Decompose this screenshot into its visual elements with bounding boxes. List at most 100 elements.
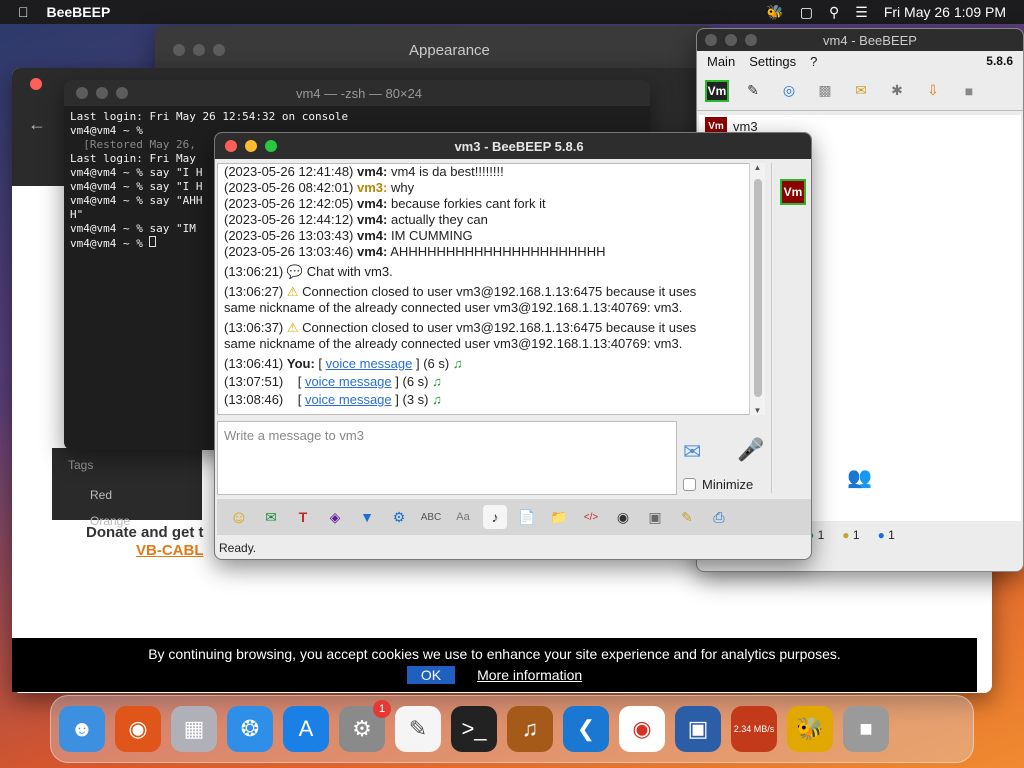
minimize-icon[interactable]: [96, 87, 108, 99]
play-note-icon[interactable]: ♫: [453, 356, 463, 371]
chat-message: (2023-05-26 13:03:46) vm4: AHHHHHHHHHHHH…: [224, 244, 606, 259]
email-icon[interactable]: ✉: [259, 505, 283, 529]
voice-message-link[interactable]: voice message: [326, 356, 413, 371]
file-send-icon[interactable]: 📄: [515, 505, 539, 529]
cookie-ok-button[interactable]: OK: [406, 666, 456, 684]
notes-icon[interactable]: ✎: [675, 505, 699, 529]
users-icon: 👥: [847, 467, 872, 489]
virtualbox-icon[interactable]: ▣: [675, 706, 721, 752]
minimize-icon[interactable]: [245, 140, 257, 152]
send-icon[interactable]: ✉: [683, 439, 701, 465]
scroll-thumb[interactable]: [754, 179, 762, 397]
trash-icon[interactable]: ■: [957, 79, 981, 103]
tag-orange[interactable]: Orange: [52, 508, 202, 534]
menu-main[interactable]: Main: [707, 54, 735, 69]
plugins-icon[interactable]: ✱: [885, 79, 909, 103]
tag-red[interactable]: Red: [52, 482, 202, 508]
apple-icon[interactable]: : [18, 4, 29, 20]
zoom-icon[interactable]: [265, 140, 277, 152]
print-icon[interactable]: ⎙: [707, 505, 731, 529]
scroll-up-icon[interactable]: ▲: [750, 163, 765, 172]
vm3-titlebar: vm3 - BeeBEEP 5.8.6: [215, 133, 811, 159]
window-icon[interactable]: ▢: [800, 4, 813, 21]
system-settings-icon[interactable]: ⚙ 1: [339, 700, 391, 752]
terminal-line: vm4@vm4 ~ %: [70, 124, 143, 137]
scroll-down-icon[interactable]: ▼: [750, 406, 765, 415]
control-center-icon[interactable]: ☰: [855, 4, 868, 21]
voice-message-link[interactable]: voice message: [305, 392, 392, 407]
edit-profile-icon[interactable]: ✎: [741, 79, 765, 103]
filter-icon[interactable]: ▼: [355, 505, 379, 529]
terminal-line: H": [70, 208, 84, 221]
chat-message: (2023-05-26 13:03:43) vm4: IM CUMMING: [224, 228, 473, 243]
minimize-icon[interactable]: [193, 44, 205, 56]
zoom-icon[interactable]: [745, 34, 757, 46]
settings-badge: 1: [373, 700, 391, 718]
vm4-menubar: Main Settings ? 5.8.6: [697, 51, 1023, 71]
garageband-icon[interactable]: ♫: [507, 706, 553, 752]
message-input[interactable]: Write a message to vm3: [217, 421, 677, 495]
chat-scrollbar[interactable]: ▲ ▼: [749, 163, 765, 415]
code-icon[interactable]: </>: [579, 505, 603, 529]
close-icon[interactable]: [173, 44, 185, 56]
voice-message-link[interactable]: voice message: [305, 374, 392, 389]
folder-icon[interactable]: 📁: [547, 505, 571, 529]
menu-help[interactable]: ?: [810, 54, 817, 69]
music-icon[interactable]: ♪: [483, 505, 507, 529]
screenshot-icon[interactable]: ◉: [611, 505, 635, 529]
voice-message-row: (13:08:46) [ voice message ] (3 s) ♫: [224, 392, 442, 407]
launchpad-icon[interactable]: ▦: [171, 706, 217, 752]
download-icon[interactable]: ⇩: [921, 79, 945, 103]
emoji-icon[interactable]: ☺: [227, 505, 251, 529]
search-icon[interactable]: ⚲: [829, 4, 839, 21]
trash-icon[interactable]: ■: [843, 706, 889, 752]
minimize-checkbox[interactable]: [683, 478, 696, 491]
firefox-icon[interactable]: ◉: [115, 706, 161, 752]
network-speed: 2.34 MB/s: [733, 724, 775, 734]
textedit-icon[interactable]: ✎: [395, 706, 441, 752]
bee-tray-icon[interactable]: 🐝: [766, 4, 783, 21]
play-note-icon[interactable]: ♫: [432, 392, 442, 407]
terminal-line: vm4@vm4 ~ % say "I H: [70, 180, 203, 193]
zoom-icon[interactable]: [116, 87, 128, 99]
member-column: Vm: [771, 163, 811, 493]
save-icon[interactable]: ▣: [643, 505, 667, 529]
safari-icon[interactable]: ❂: [227, 706, 273, 752]
microphone-icon[interactable]: 🎤: [737, 437, 764, 463]
network-icon[interactable]: ◎: [777, 79, 801, 103]
beebeep-icon[interactable]: 🐝: [787, 706, 833, 752]
settings-icon[interactable]: ⚙: [387, 505, 411, 529]
file-count: ● 1: [877, 528, 895, 542]
promo-link[interactable]: VB-CABL: [136, 542, 204, 559]
spellcheck-icon[interactable]: ABC: [419, 505, 443, 529]
app-menu[interactable]: BeeBEEP: [47, 4, 111, 20]
font-icon[interactable]: T: [291, 505, 315, 529]
menu-settings[interactable]: Settings: [749, 54, 796, 69]
color-icon[interactable]: ◈: [323, 505, 347, 529]
zoom-icon[interactable]: [213, 44, 225, 56]
close-icon[interactable]: [30, 78, 42, 90]
terminal-line: vm4@vm4 ~ % say "IM: [70, 222, 196, 235]
terminal-line: [Restored May 26,: [70, 138, 196, 151]
play-note-icon[interactable]: ♫: [432, 374, 442, 389]
terminal-icon[interactable]: >_: [451, 706, 497, 752]
box-icon[interactable]: ▩: [813, 79, 837, 103]
text-style-icon[interactable]: Aa: [451, 505, 475, 529]
finder-icon[interactable]: ☻: [59, 706, 105, 752]
minimize-icon[interactable]: [725, 34, 737, 46]
close-icon[interactable]: [225, 140, 237, 152]
profile-icon[interactable]: Vm: [705, 79, 729, 102]
note-icon[interactable]: ✉: [849, 79, 873, 103]
clock[interactable]: Fri May 26 1:09 PM: [884, 4, 1006, 20]
close-icon[interactable]: [76, 87, 88, 99]
chat-history[interactable]: (2023-05-26 12:41:48) vm4: vm4 is da bes…: [217, 163, 765, 415]
network-monitor-icon[interactable]: 2.34 MB/s: [731, 706, 777, 752]
member-avatar[interactable]: Vm: [780, 179, 806, 205]
close-icon[interactable]: [705, 34, 717, 46]
app-store-icon[interactable]: A: [283, 706, 329, 752]
chrome-icon[interactable]: ◉: [619, 706, 665, 752]
minimize-toggle[interactable]: Minimize: [683, 477, 753, 492]
vscode-icon[interactable]: ❮: [563, 706, 609, 752]
window-title: Appearance: [409, 41, 490, 59]
more-information-link[interactable]: More information: [477, 667, 582, 683]
